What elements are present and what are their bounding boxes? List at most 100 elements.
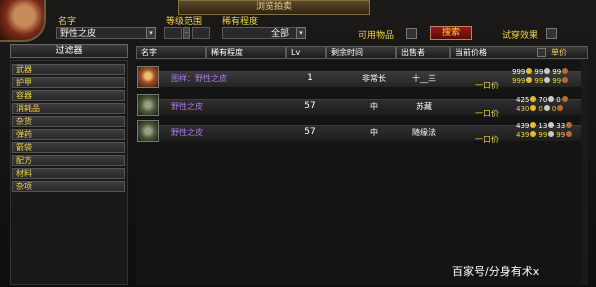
rarity-dropdown-button[interactable]: ▾	[296, 27, 306, 39]
price-gold: 430	[516, 105, 530, 113]
price-gold: 999	[512, 77, 526, 85]
filter-category-reagent[interactable]: 材料	[12, 168, 125, 179]
name-dropdown-button[interactable]: ▾	[146, 27, 156, 39]
current-price: 439 13 33	[516, 122, 574, 130]
price-gold: 425	[516, 96, 530, 104]
filter-category-consumable[interactable]: 消耗品	[12, 103, 125, 114]
filter-tab[interactable]: 过滤器	[10, 44, 128, 58]
price-copper: 33	[556, 122, 566, 130]
max-level-input[interactable]	[192, 27, 210, 39]
price-copper: 99	[556, 131, 566, 139]
gold-coin-icon	[530, 96, 537, 102]
buyout-price: 999 99 99	[512, 77, 570, 85]
column-time-left[interactable]: 剩余时间	[326, 46, 396, 59]
preview-label: 试穿效果	[502, 31, 539, 41]
filter-category-projectile[interactable]: 弹药	[12, 129, 125, 140]
copper-coin-icon	[562, 77, 569, 83]
search-button[interactable]: 搜索	[430, 26, 472, 40]
unit-price-label: 单价	[551, 48, 567, 57]
price-copper: 0	[556, 96, 561, 104]
price-copper: 0	[551, 105, 557, 113]
silver-coin-icon	[548, 96, 555, 102]
column-price-label: 当前价格	[455, 48, 487, 57]
silver-coin-icon	[544, 68, 551, 74]
item-seller: 随缘法	[412, 128, 436, 137]
gold-coin-icon	[526, 77, 533, 83]
level-range-label: 等级范围	[166, 17, 203, 27]
item-level: 57	[304, 127, 316, 137]
silver-coin-icon	[544, 77, 551, 83]
copper-coin-icon	[562, 68, 569, 74]
gold-coin-icon	[530, 105, 537, 111]
item-time-left: 非常长	[362, 74, 386, 83]
name-label: 名字	[58, 17, 77, 27]
buyout-label: 一口价	[475, 109, 499, 118]
silver-coin-icon	[543, 105, 550, 111]
auction-row[interactable]: 野性之皮 57 中 苏藏 一口价 425 70 0 430 0 0	[137, 94, 587, 118]
column-seller[interactable]: 出售者	[396, 46, 450, 59]
filter-category-recipe[interactable]: 配方	[12, 155, 125, 166]
hide-item-icon[interactable]	[137, 94, 159, 116]
item-seller: 苏藏	[416, 102, 432, 111]
filter-category-container[interactable]: 容器	[12, 90, 125, 101]
price-silver: 70	[538, 96, 548, 104]
hide-item-icon[interactable]	[137, 120, 159, 142]
filter-category-trade-goods[interactable]: 杂货	[12, 116, 125, 127]
item-name: 图样：野性之皮	[171, 74, 227, 83]
item-name: 野性之皮	[171, 102, 203, 111]
item-level: 1	[307, 73, 313, 83]
gold-coin-icon	[530, 131, 537, 137]
window-title: 浏览拍卖	[178, 0, 370, 15]
unit-price-checkbox[interactable]	[537, 48, 546, 57]
watermark-text: 百家号/分身有术x	[452, 265, 540, 278]
current-price: 999 99 99	[512, 68, 570, 76]
copper-coin-icon	[566, 131, 573, 137]
price-copper: 99	[552, 68, 562, 76]
price-gold: 439	[516, 131, 530, 139]
price-gold: 999	[512, 68, 526, 76]
rarity-select[interactable]: 全部	[222, 27, 306, 39]
auction-row[interactable]: 图样：野性之皮 1 非常长 十__三 一口价 999 99 99 999 99 99	[137, 66, 587, 90]
silver-coin-icon	[548, 131, 555, 137]
usable-items-checkbox[interactable]	[406, 28, 417, 39]
filter-category-armor[interactable]: 护甲	[12, 77, 125, 88]
column-rarity[interactable]: 稀有程度	[206, 46, 286, 59]
item-name: 野性之皮	[171, 128, 203, 137]
name-search-input[interactable]: 野性之皮	[56, 27, 156, 39]
item-time-left: 中	[370, 128, 378, 137]
buyout-label: 一口价	[475, 135, 499, 144]
buyout-label: 一口价	[475, 81, 499, 90]
item-level: 57	[304, 101, 316, 111]
current-price: 425 70 0	[516, 96, 570, 104]
usable-items-label: 可用物品	[358, 31, 395, 41]
column-price[interactable]: 当前价格 单价	[450, 46, 588, 59]
level-separator: -	[183, 27, 190, 39]
copper-coin-icon	[566, 122, 573, 128]
price-silver: 0	[538, 105, 543, 113]
filter-category-quiver[interactable]: 箭袋	[12, 142, 125, 153]
price-silver: 99	[534, 77, 544, 85]
rarity-label: 稀有程度	[222, 17, 259, 27]
item-time-left: 中	[370, 102, 378, 111]
character-portrait	[0, 0, 46, 42]
pattern-item-icon[interactable]	[137, 66, 159, 88]
price-gold: 439	[516, 122, 530, 130]
preview-checkbox[interactable]	[546, 28, 557, 39]
price-silver: 13	[538, 122, 548, 130]
price-copper: 99	[552, 77, 562, 85]
buyout-price: 430 0 0	[516, 105, 565, 113]
price-silver: 99	[538, 131, 548, 139]
copper-coin-icon	[561, 96, 568, 102]
buyout-price: 439 99 99	[516, 131, 574, 139]
filter-category-weapons[interactable]: 武器	[12, 64, 125, 75]
column-level[interactable]: Lv	[286, 46, 326, 59]
item-seller: 十__三	[412, 74, 436, 83]
filter-category-misc[interactable]: 杂项	[12, 181, 125, 192]
column-name[interactable]: 名字	[136, 46, 206, 59]
gold-coin-icon	[526, 68, 533, 74]
silver-coin-icon	[548, 122, 555, 128]
min-level-input[interactable]	[164, 27, 182, 39]
gold-coin-icon	[530, 122, 537, 128]
list-scrollbar[interactable]	[581, 61, 588, 285]
auction-row[interactable]: 野性之皮 57 中 随缘法 一口价 439 13 33 439 99 99	[137, 120, 587, 144]
